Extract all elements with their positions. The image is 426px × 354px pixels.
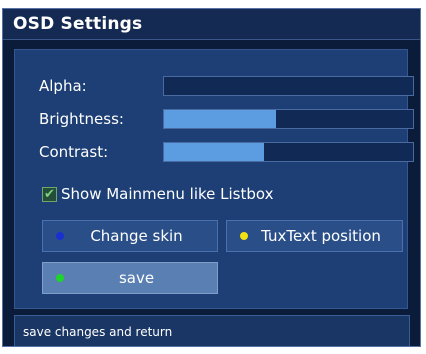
save-button[interactable]: save (42, 262, 218, 294)
tuxtext-position-label: TuxText position (261, 227, 381, 245)
brightness-slider-fill (164, 110, 277, 128)
contrast-label: Contrast: (39, 143, 109, 161)
alpha-slider[interactable] (163, 76, 414, 96)
show-mainmenu-listbox-option[interactable]: ✔ Show Mainmenu like Listbox (42, 184, 274, 204)
osd-settings-window: OSD Settings Alpha: Brightness: Contrast… (2, 8, 421, 347)
window-title: OSD Settings (13, 14, 143, 34)
brightness-slider[interactable] (163, 109, 414, 129)
settings-panel: Alpha: Brightness: Contrast: ✔ Show Main… (14, 49, 414, 309)
change-skin-label: Change skin (90, 227, 183, 245)
blue-dot-icon (56, 232, 64, 240)
status-bar: save changes and return (14, 315, 410, 346)
contrast-slider-fill (164, 143, 264, 161)
tuxtext-position-button[interactable]: TuxText position (226, 220, 403, 252)
title-bar: OSD Settings (3, 9, 420, 40)
checkbox-checked-icon[interactable]: ✔ (42, 186, 57, 202)
alpha-label: Alpha: (39, 77, 87, 95)
brightness-label: Brightness: (39, 110, 124, 128)
save-label: save (118, 269, 155, 287)
change-skin-button[interactable]: Change skin (42, 220, 218, 252)
checkbox-label: Show Mainmenu like Listbox (61, 185, 274, 203)
contrast-slider[interactable] (163, 142, 414, 162)
green-dot-icon (56, 274, 64, 282)
yellow-dot-icon (240, 232, 248, 240)
status-text: save changes and return (23, 325, 173, 339)
